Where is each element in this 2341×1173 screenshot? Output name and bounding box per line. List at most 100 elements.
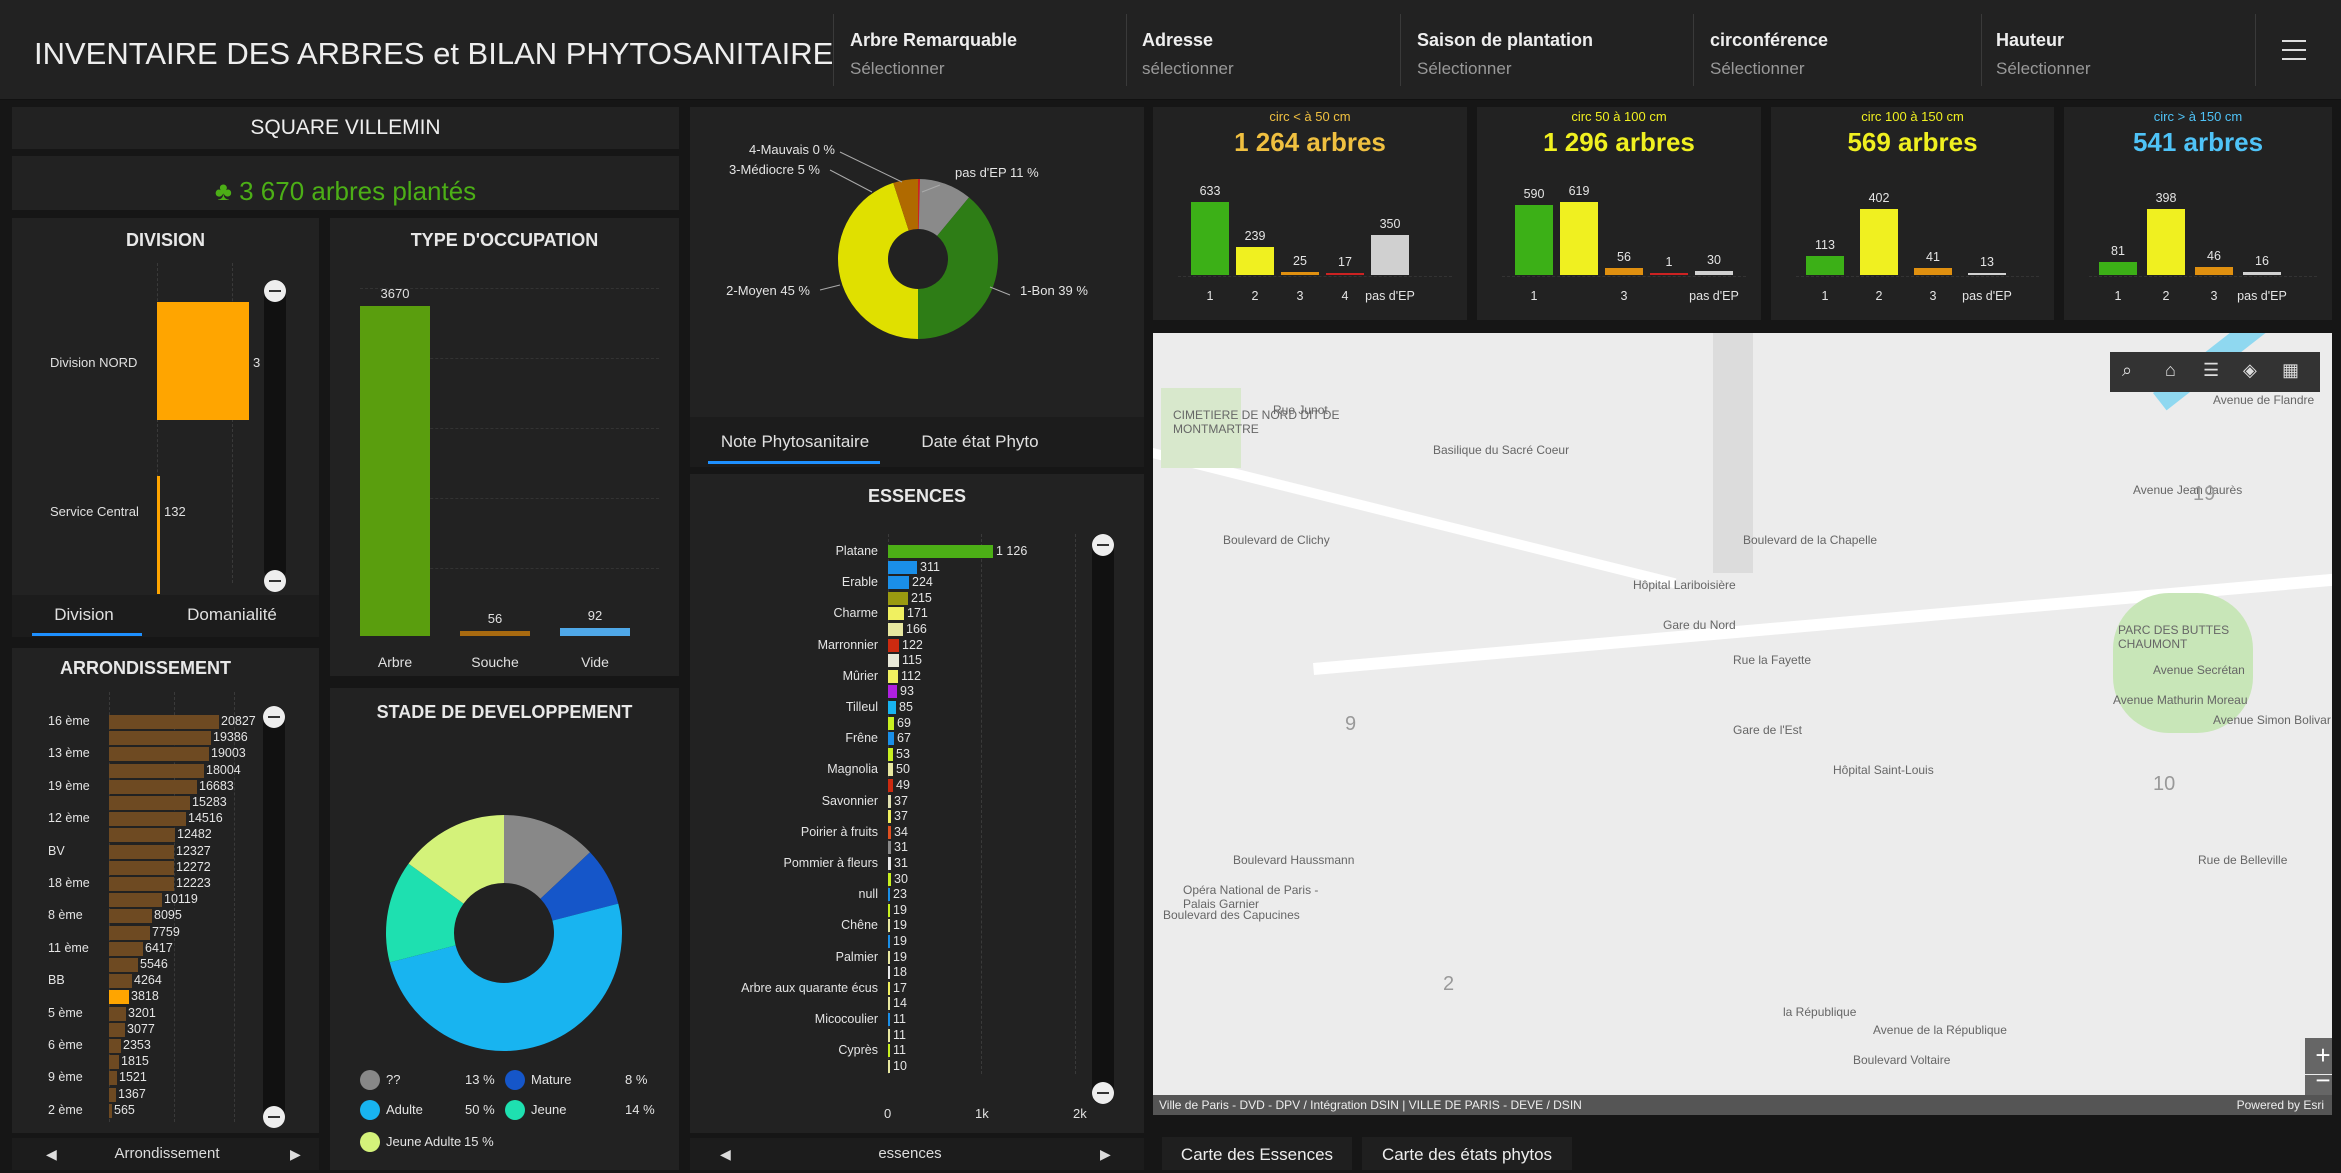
arrondissement-value: 1367: [118, 1086, 146, 1101]
essences-title: ESSENCES: [867, 486, 967, 506]
circ-value: 113: [1815, 238, 1835, 252]
arrondissement-bar: [109, 1055, 119, 1070]
gridline: [981, 534, 982, 1074]
arrondissement-bar: [109, 1071, 117, 1086]
chevron-right-icon[interactable]: ▶: [290, 1146, 301, 1163]
map-label: Avenue Secrétan: [2153, 663, 2245, 677]
list-icon[interactable]: ☰: [2203, 360, 2219, 381]
arrondissement-label: 2 ème: [48, 1102, 83, 1117]
division-value: 132: [164, 504, 186, 519]
essence-bar: [888, 794, 891, 808]
circ-tick: pas d'EP: [2237, 289, 2287, 303]
arrondissement-label: 12 ème: [48, 811, 90, 826]
circ-count: 1 264 arbres: [1234, 127, 1386, 157]
map-label: la République: [1783, 1005, 1857, 1019]
zoom-out-button[interactable]: −: [2305, 1067, 2332, 1095]
essence-value: 37: [894, 793, 908, 808]
essence-label: Micocoulier: [814, 1012, 878, 1026]
filter-adresse[interactable]: Adresse sélectionner: [1142, 30, 1402, 79]
divider: [1981, 14, 1982, 86]
arrondissement-label: BB: [48, 973, 65, 988]
axis-tick: 1k: [975, 1106, 989, 1121]
filter-label: Adresse: [1142, 30, 1214, 50]
district-number: 10: [2153, 773, 2176, 795]
essence-bar: [888, 825, 891, 839]
label-leader: [839, 151, 903, 183]
arrondissement-bar: [109, 877, 174, 891]
occupation-value: 56: [487, 611, 503, 626]
essence-label: Palmier: [835, 949, 878, 964]
map-label: PARC DES BUTTES CHAUMONT: [2118, 623, 2230, 651]
tab-carte-essences[interactable]: Carte des Essences: [1162, 1137, 1352, 1170]
essence-value: 30: [894, 871, 908, 886]
scroll-handle-top[interactable]: [1092, 534, 1114, 556]
search-icon[interactable]: ⌕: [2122, 360, 2132, 381]
essence-value: 50: [896, 762, 910, 777]
scroll-handle-top[interactable]: [263, 706, 285, 728]
menu-icon[interactable]: [2282, 40, 2306, 60]
arrondissement-footer-label: Arrondissement: [114, 1145, 220, 1162]
home-icon[interactable]: ⌂: [2165, 360, 2176, 381]
tab-domanialite[interactable]: Domanialité: [162, 605, 302, 625]
essence-value: 18: [893, 965, 907, 980]
map-toolbar: ⌕ ⌂ ☰ ◈ ▦: [2110, 352, 2320, 392]
circ-value: 350: [1379, 217, 1401, 231]
filter-value: Sélectionner: [1710, 59, 1805, 78]
app-title: INVENTAIRE DES ARBRES et BILAN PHYTOSANI…: [34, 36, 834, 71]
active-tab-indicator: [708, 461, 880, 464]
scroll-handle-top[interactable]: [264, 280, 286, 302]
circ-tick: 1: [1530, 289, 1538, 303]
division-label: Service Central: [50, 504, 139, 519]
essence-label: Poirier à fruits: [800, 824, 878, 839]
filter-value: Sélectionner: [1417, 59, 1512, 78]
filter-hauteur[interactable]: Hauteur Sélectionner: [1996, 30, 2256, 79]
essence-value: 10: [893, 1058, 907, 1073]
circ-tick: 3: [1929, 289, 1937, 303]
map-powered: Powered by Esri: [2236, 1098, 2324, 1112]
scroll-handle-bottom[interactable]: [264, 570, 286, 592]
legend-value: 8 %: [625, 1072, 648, 1087]
filter-label: Hauteur: [1996, 30, 2065, 50]
circ-bar: [1914, 268, 1952, 275]
essence-value: 31: [894, 840, 908, 855]
arrondissement-value: 18004: [206, 762, 241, 777]
arrondissement-value: 565: [114, 1102, 135, 1117]
essence-bar: [888, 1028, 890, 1042]
division-scrollbar[interactable]: [264, 280, 286, 592]
essences-footer-label: essences: [878, 1145, 942, 1162]
map-label: Opéra National de Paris - Palais Garnier: [1183, 883, 1319, 911]
division-bar: [157, 302, 249, 420]
occupation-value: 92: [587, 608, 603, 623]
essence-bar: [888, 810, 891, 824]
basemap-gallery-icon[interactable]: ▦: [2282, 360, 2299, 381]
circ-bar: [1560, 202, 1598, 275]
legend-label: Adulte: [386, 1102, 423, 1117]
legend-label: ??: [386, 1072, 401, 1087]
tab-note-phytosanitaire[interactable]: Note Phytosanitaire: [710, 432, 880, 452]
arrondissement-scrollbar[interactable]: [263, 706, 285, 1128]
tab-date-etat-phyto[interactable]: Date état Phyto: [895, 432, 1065, 452]
chevron-left-icon[interactable]: ◀: [46, 1146, 57, 1163]
filter-circonference[interactable]: circonférence Sélectionner: [1710, 30, 1970, 79]
circ-panel: circ 100 à 150 cm 569 arbres 113 402 41 13 1 2 3…: [1771, 107, 2054, 320]
tab-division[interactable]: Division: [24, 605, 144, 625]
scroll-handle-bottom[interactable]: [263, 1106, 285, 1128]
occupation-title: TYPE D'OCCUPATION: [410, 230, 599, 250]
chevron-left-icon[interactable]: ◀: [720, 1146, 731, 1163]
essence-bar: [888, 1013, 890, 1026]
map-label: Boulevard des Capucines: [1163, 908, 1300, 922]
tab-carte-etats-phytos[interactable]: Carte des états phytos: [1362, 1137, 1572, 1170]
chevron-right-icon[interactable]: ▶: [1100, 1146, 1111, 1163]
layers-icon[interactable]: ◈: [2243, 360, 2257, 381]
map-view[interactable]: CIMETIERE DE NORD DIT DE MONTMARTRE Basil…: [1153, 333, 2332, 1115]
stade-donut: [386, 815, 622, 1051]
essence-value: 53: [896, 746, 910, 761]
scroll-handle-bottom[interactable]: [1092, 1082, 1114, 1104]
essence-bar: [888, 841, 891, 855]
arrondissement-value: 6417: [145, 940, 173, 955]
filter-saison[interactable]: Saison de plantation Sélectionner: [1417, 30, 1677, 79]
essence-bar: [888, 560, 917, 574]
map-label: Rue la Fayette: [1733, 653, 1812, 667]
filter-arbre-remarquable[interactable]: Arbre Remarquable Sélectionner: [850, 30, 1110, 79]
essences-scrollbar[interactable]: [1092, 534, 1114, 1104]
